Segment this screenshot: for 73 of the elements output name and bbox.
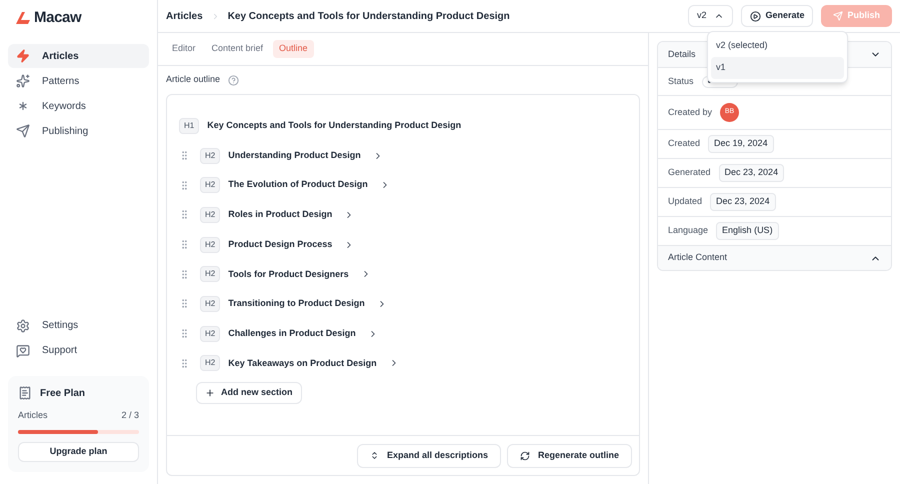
heading-title[interactable]: Key Takeaways on Product Design	[228, 356, 377, 370]
usage-label: Articles	[18, 408, 48, 422]
nav-item[interactable]: Patterns	[8, 69, 149, 93]
detail-value: English (US)	[716, 222, 779, 240]
up-down-icon	[370, 451, 379, 460]
version-option[interactable]: v2 (selected)	[711, 35, 844, 57]
drag-handle-icon[interactable]	[179, 268, 190, 280]
article-content-header[interactable]: Article Content	[658, 246, 891, 270]
usage-count: 2 / 3	[121, 408, 139, 422]
plan-title: Free Plan	[40, 386, 86, 400]
breadcrumb-link[interactable]: Articles	[166, 8, 203, 24]
nav-item[interactable]: Articles	[8, 44, 149, 68]
drag-handle-icon[interactable]	[179, 298, 190, 310]
heading-level-tag: H2	[200, 355, 220, 372]
breadcrumb-current: Key Concepts and Tools for Understanding Product Design	[228, 10, 510, 24]
sparkles-icon	[16, 74, 30, 88]
paper-plane-icon	[833, 11, 844, 21]
heading-title: Key Concepts and Tools for Understanding Product Design	[207, 119, 462, 132]
heading-level-tag: H2	[200, 206, 220, 223]
section-label: Article outline	[166, 73, 220, 86]
drag-handle-icon[interactable]	[179, 150, 190, 162]
paper-plane-icon	[16, 124, 30, 138]
detail-value: Dec 23, 2024	[718, 164, 784, 182]
detail-value: Dec 19, 2024	[708, 135, 774, 153]
bolt-icon	[16, 49, 30, 63]
heading-level-tag: H2	[200, 266, 220, 282]
heading-title[interactable]: Transitioning to Product Design	[228, 297, 365, 311]
upgrade-button[interactable]: Upgrade plan	[18, 442, 139, 462]
heading-level-tag: H2	[200, 177, 220, 194]
refresh-icon	[520, 450, 530, 460]
drag-handle-icon[interactable]	[179, 358, 190, 369]
receipt-icon	[18, 386, 32, 400]
detail-label: Updated	[668, 195, 702, 208]
detail-value: Dec 23, 2024	[710, 193, 776, 211]
heading-level-tag: H2	[200, 296, 220, 312]
nav-item[interactable]: Publishing	[8, 119, 149, 143]
detail-label: Language	[668, 224, 708, 238]
heading-title[interactable]: Understanding Product Design	[228, 148, 361, 162]
heading-level-tag: H2	[200, 148, 220, 164]
nav-item[interactable]: Settings	[8, 314, 149, 338]
heading-title[interactable]: The Evolution of Product Design	[228, 178, 368, 192]
heading-title[interactable]: Roles in Product Design	[228, 208, 332, 222]
drag-handle-icon[interactable]	[179, 209, 190, 220]
heading-level-tag: H2	[200, 326, 220, 342]
generate-button[interactable]: Generate	[741, 5, 814, 27]
detail-label: Created by	[668, 106, 712, 119]
help-icon[interactable]	[228, 74, 240, 86]
detail-label: Generated	[668, 166, 711, 180]
heading-level-tag: H1	[179, 118, 200, 134]
heading-title[interactable]: Challenges in Product Design	[228, 326, 356, 340]
add-section-button[interactable]: Add new section	[196, 382, 302, 404]
detail-label: Status	[668, 74, 694, 88]
version-select[interactable]: v2	[688, 5, 734, 27]
heading-level-tag: H2	[200, 236, 220, 253]
version-option[interactable]: v1	[711, 57, 844, 79]
regenerate-button[interactable]: Regenerate outline	[506, 444, 632, 468]
brand-name: Macaw	[34, 8, 82, 28]
heading-title[interactable]: Tools for Product Designers	[228, 268, 349, 282]
tab[interactable]: Editor	[166, 40, 202, 58]
logo-icon	[16, 12, 30, 24]
drag-handle-icon[interactable]	[179, 328, 190, 340]
settings-icon	[16, 318, 30, 332]
detail-label: Created	[668, 137, 700, 150]
expand-button[interactable]: Expand all descriptions	[356, 444, 501, 468]
chat-icon	[16, 344, 30, 358]
play-icon	[750, 10, 762, 22]
nav-item[interactable]: Keywords	[8, 94, 149, 118]
plus-icon	[205, 388, 215, 398]
drag-handle-icon[interactable]	[179, 180, 190, 191]
tab[interactable]: Content brief	[206, 40, 270, 58]
drag-handle-icon[interactable]	[179, 239, 190, 250]
heading-title[interactable]: Product Design Process	[228, 238, 332, 252]
nav-item[interactable]: Support	[8, 338, 149, 362]
